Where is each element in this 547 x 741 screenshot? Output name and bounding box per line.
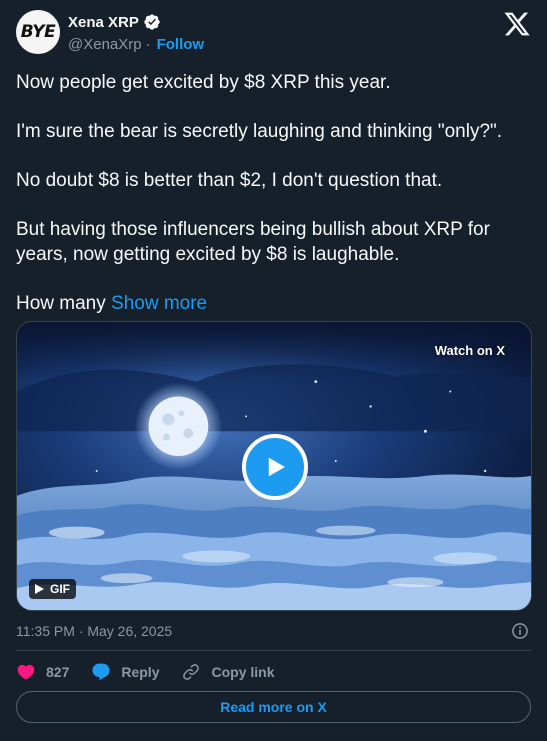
play-icon <box>268 457 285 477</box>
tweet-paragraph: No doubt $8 is better than $2, I don't q… <box>16 170 443 191</box>
gif-play-icon <box>35 584 44 594</box>
handle-row: @XenaXrp · Follow <box>68 36 204 53</box>
tweet-embed: BYE Xena XRP @XenaXrp · Follow Now peopl… <box>0 0 547 741</box>
tweet-paragraph: Now people get excited by $8 XRP this ye… <box>16 72 391 93</box>
watch-on-x-link[interactable]: Watch on X <box>435 343 505 358</box>
tweet-text: Now people get excited by $8 XRP this ye… <box>16 70 531 316</box>
reply-button[interactable]: Reply <box>91 662 159 682</box>
x-logo-icon[interactable] <box>503 10 531 38</box>
tweet-timestamp[interactable]: 11:35 PM · May 26, 2025 <box>16 623 172 639</box>
avatar[interactable]: BYE <box>16 10 60 54</box>
action-bar: 827 Reply Copy link <box>16 660 297 684</box>
avatar-logo-text: BYE <box>20 22 56 42</box>
play-button[interactable] <box>242 434 308 500</box>
reply-bubble-icon <box>92 663 110 681</box>
media-gif[interactable]: Watch on X GIF <box>16 321 532 611</box>
link-icon <box>183 664 200 680</box>
gif-badge[interactable]: GIF <box>29 579 76 599</box>
author-name-row: Xena XRP <box>68 13 161 31</box>
show-more-link[interactable]: Show more <box>111 293 207 314</box>
follow-button[interactable]: Follow <box>157 36 205 53</box>
read-more-button[interactable]: Read more on X <box>16 691 531 723</box>
gif-label: GIF <box>50 582 70 596</box>
separator-dot: · <box>145 36 151 53</box>
tweet-paragraph: I'm sure the bear is secretly laughing a… <box>16 121 503 142</box>
like-button[interactable]: 827 <box>16 662 69 682</box>
like-count: 827 <box>46 664 70 680</box>
tweet-paragraph: But having those influencers being bulli… <box>16 219 490 265</box>
display-name[interactable]: Xena XRP <box>68 14 139 31</box>
copy-link-button[interactable]: Copy link <box>181 662 275 682</box>
verified-badge-icon <box>144 14 160 30</box>
copy-link-label: Copy link <box>211 664 275 680</box>
tweet-paragraph-truncated: How many Show more <box>16 291 531 316</box>
divider <box>16 650 531 651</box>
truncated-text: How many <box>16 293 112 314</box>
user-handle[interactable]: @XenaXrp <box>68 36 142 53</box>
heart-icon <box>17 664 35 680</box>
info-icon[interactable] <box>510 621 530 641</box>
reply-label: Reply <box>121 664 160 680</box>
